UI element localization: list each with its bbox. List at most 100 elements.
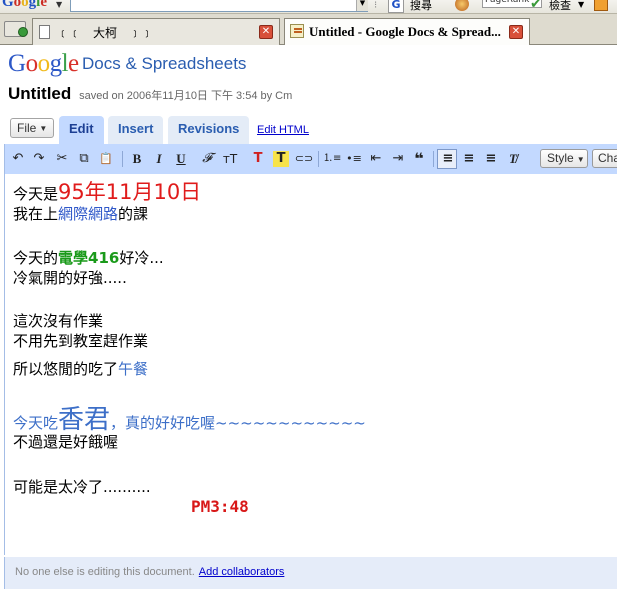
- bold-button[interactable]: B: [130, 151, 144, 167]
- formatting-toolbar: ↶ ↷ ✂ ⧉ 📋 B I U 𝓕 ᴛT T T ⊂⊃ ⒈≡ •≡ ⇤ ⇥ ❝ …: [4, 144, 617, 174]
- cut-icon[interactable]: ✂: [55, 151, 69, 167]
- search-dropdown-chevron-icon[interactable]: ▼: [356, 0, 368, 11]
- content-line: 我在上網際網路的課: [13, 204, 617, 224]
- text-run: 好冷...: [119, 249, 164, 267]
- italic-button[interactable]: I: [152, 151, 166, 167]
- check-button[interactable]: 檢查: [549, 0, 571, 13]
- date-text: 95年11月10日: [58, 180, 202, 204]
- toolbar-divider: ⁝: [374, 0, 378, 11]
- text-run: 今天是: [13, 185, 59, 203]
- content-line: 今天吃香君，真的好好吃喔~~~~~~~~~~~~: [13, 405, 617, 435]
- font-size-icon[interactable]: ᴛT: [219, 151, 241, 167]
- clear-formatting-icon[interactable]: T̸: [505, 151, 521, 167]
- browser-tab-label: ﹝﹝ 大柯 ﹞﹞: [57, 26, 154, 40]
- close-tab-icon[interactable]: ✕: [509, 25, 523, 39]
- undo-icon[interactable]: ↶: [11, 151, 25, 167]
- file-menu-label: File: [17, 121, 37, 135]
- blockquote-icon[interactable]: ❝: [410, 151, 428, 167]
- new-tab-icon[interactable]: [4, 21, 28, 37]
- document-icon: [290, 24, 304, 38]
- text-run: 今天吃: [13, 414, 59, 432]
- google-toolbar-logo[interactable]: Google: [2, 0, 47, 11]
- bulleted-list-icon[interactable]: •≡: [345, 151, 363, 167]
- doc-title[interactable]: Untitled: [8, 84, 71, 103]
- toolbar-search-input[interactable]: [70, 0, 368, 12]
- outdent-icon[interactable]: ⇤: [367, 151, 385, 167]
- toolbar-separator: [433, 151, 434, 167]
- product-name[interactable]: Docs & Spreadsheets: [82, 54, 246, 74]
- paste-icon[interactable]: 📋: [97, 151, 115, 167]
- restaurant-text: 香君: [58, 405, 111, 435]
- edit-html-link[interactable]: Edit HTML: [257, 124, 309, 136]
- tab-insert[interactable]: Insert: [108, 116, 164, 144]
- text-run: ，真的好好吃喔~~~~~~~~~~~~: [110, 414, 366, 432]
- numbered-list-icon[interactable]: ⒈≡: [323, 151, 341, 167]
- room-text: 電學416: [58, 249, 120, 267]
- toolbar-extension-icon[interactable]: [455, 0, 469, 11]
- toolbar-separator: [122, 151, 123, 167]
- text-color-icon[interactable]: T: [250, 151, 266, 167]
- lunch-text: 午餐: [118, 360, 149, 378]
- collaboration-status: No one else is editing this document.: [15, 566, 195, 578]
- google-g-icon[interactable]: G: [388, 0, 404, 13]
- browser-tab-bar: ﹝﹝ 大柯 ﹞﹞ ✕ Untitled - Google Docs & Spre…: [0, 14, 617, 45]
- app-header: Google Docs & Spreadsheets: [8, 50, 246, 78]
- content-line: 這次沒有作業: [13, 312, 104, 330]
- content-line: 可能是太冷了..........: [13, 478, 151, 496]
- underline-button[interactable]: U: [174, 151, 188, 167]
- change-dropdown[interactable]: Change: [592, 149, 617, 168]
- align-center-icon[interactable]: ≡: [461, 151, 477, 167]
- chevron-down-icon: ▼: [39, 124, 48, 133]
- align-left-icon[interactable]: ≡: [440, 151, 456, 167]
- align-right-icon[interactable]: ≡: [483, 151, 499, 167]
- highlight-color-icon[interactable]: T: [273, 151, 289, 167]
- indent-icon[interactable]: ⇥: [389, 151, 407, 167]
- style-dropdown[interactable]: Style ▼: [540, 149, 588, 168]
- doc-title-row: Untitled saved on 2006年11月10日 下午 3:54 by…: [8, 84, 292, 104]
- course-text: 網際網路: [58, 205, 119, 223]
- file-menu-button[interactable]: File ▼: [10, 118, 55, 138]
- text-run: 的課: [118, 205, 149, 223]
- text-run: 所以悠閒的吃了: [13, 360, 119, 378]
- collaboration-footer: No one else is editing this document. Add…: [4, 557, 617, 589]
- copy-icon[interactable]: ⧉: [76, 151, 92, 167]
- font-family-icon[interactable]: 𝓕: [199, 151, 215, 167]
- toolbar-separator: [318, 151, 319, 167]
- browser-tab-1[interactable]: ﹝﹝ 大柯 ﹞﹞ ✕: [32, 18, 280, 45]
- add-collaborators-link[interactable]: Add collaborators: [199, 566, 285, 578]
- time-text: PM3:48: [191, 497, 249, 516]
- content-line: 所以悠閒的吃了午餐: [13, 359, 617, 379]
- redo-icon[interactable]: ↷: [32, 151, 46, 167]
- chevron-down-icon: ▼: [576, 155, 585, 164]
- bottom-strip: [0, 589, 617, 600]
- chevron-down-icon[interactable]: ▼: [56, 0, 62, 9]
- content-line: 今天的電學416好冷...: [13, 248, 617, 268]
- document-editor[interactable]: 今天是95年11月10日 我在上網際網路的課 今天的電學416好冷... 冷氣開…: [4, 174, 617, 555]
- toolbar-search-button[interactable]: 搜尋: [410, 0, 432, 13]
- browser-tab-2[interactable]: Untitled - Google Docs & Spread... ✕: [284, 18, 530, 45]
- close-tab-icon[interactable]: ✕: [259, 25, 273, 39]
- tab-edit[interactable]: Edit: [59, 116, 104, 144]
- browser-tab-label: Untitled - Google Docs & Spread...: [309, 24, 501, 39]
- content-line: PM3:48: [13, 497, 617, 517]
- content-line: 不用先到教室趕作業: [13, 332, 149, 350]
- content-line: 冷氣開的好強.....: [13, 269, 127, 287]
- style-dropdown-label: Style: [547, 151, 574, 165]
- text-run: 今天的: [13, 249, 59, 267]
- browser-toolbar: Google ▼ ▼ ⁝ G 搜尋 PageRank ✔ 檢查 ▼: [0, 0, 617, 14]
- tab-revisions[interactable]: Revisions: [168, 116, 250, 144]
- google-logo[interactable]: Google: [8, 50, 79, 77]
- saved-status: saved on 2006年11月10日 下午 3:54 by Cm: [79, 90, 293, 102]
- link-icon[interactable]: ⊂⊃: [294, 151, 314, 167]
- content-line: 今天是95年11月10日: [13, 180, 617, 204]
- page-icon: [39, 25, 50, 39]
- checkmark-icon[interactable]: ✔: [530, 0, 542, 12]
- text-run: 我在上: [13, 205, 59, 223]
- rss-icon[interactable]: [594, 0, 608, 11]
- chevron-down-icon[interactable]: ▼: [578, 0, 584, 9]
